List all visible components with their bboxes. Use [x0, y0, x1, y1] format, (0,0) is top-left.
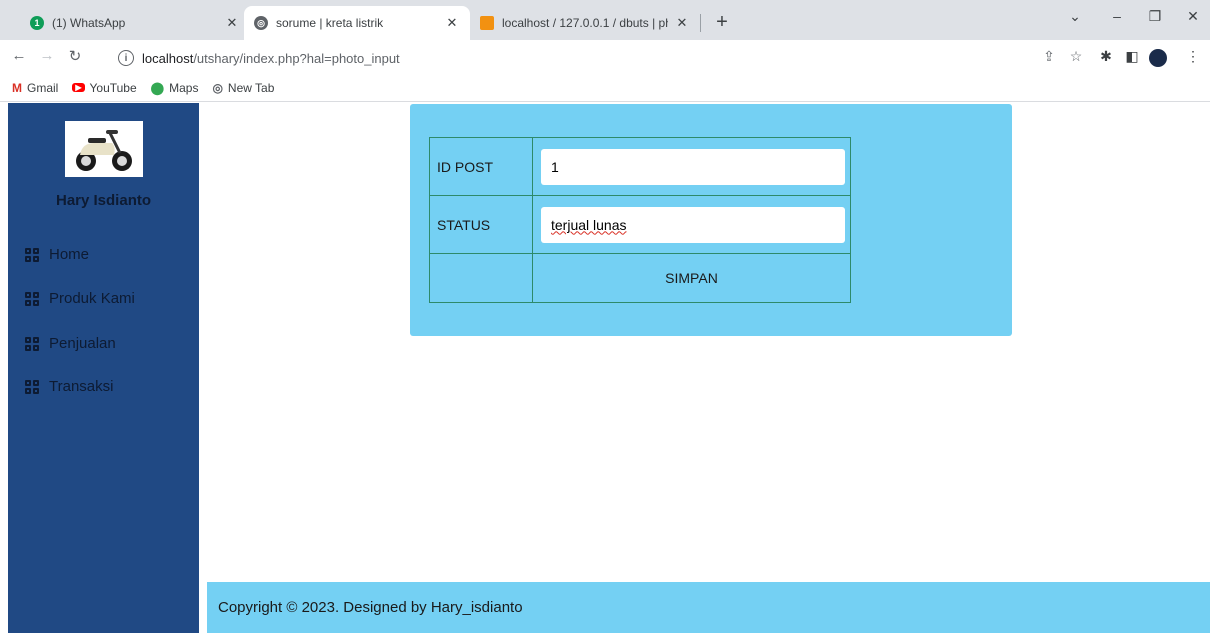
grid-icon	[25, 291, 39, 306]
maps-pin-icon: ⬤	[150, 80, 165, 95]
globe-icon: ◎	[212, 80, 223, 95]
bookmark-label: Maps	[169, 80, 199, 95]
profile-avatar[interactable]	[1149, 49, 1167, 67]
status-value: terjual lunas	[551, 216, 627, 233]
id-post-input[interactable]: 1	[541, 148, 845, 185]
tab-sorume[interactable]: ◎ sorume | kreta listrik ✕	[244, 6, 470, 40]
back-arrow-icon[interactable]: ←	[9, 47, 29, 64]
address-bar[interactable]: i localhost /utshary/index.php?hal=photo…	[108, 44, 1108, 72]
youtube-icon: ▶	[72, 83, 85, 92]
sidebar-item-produk-kami[interactable]: Produk Kami	[25, 290, 135, 307]
whatsapp-icon: 1	[30, 16, 44, 30]
bookmark-youtube[interactable]: ▶ YouTube	[72, 80, 137, 95]
tab-title: sorume | kreta listrik	[276, 16, 384, 30]
table-row: STATUS terjual lunas	[429, 195, 851, 254]
form-table: ID POST 1 STATUS terjual lunas SIMPAN	[429, 137, 851, 303]
grid-icon	[25, 379, 39, 394]
kebab-menu-icon[interactable]: ⋮	[1183, 48, 1203, 65]
url-path: /utshary/index.php?hal=photo_input	[193, 50, 400, 66]
photo-input-form: ID POST 1 STATUS terjual lunas SIMPAN	[410, 104, 1012, 336]
sidebar-item-transaksi[interactable]: Transaksi	[25, 378, 113, 395]
tab-phpmyadmin[interactable]: localhost / 127.0.0.1 / dbuts | php ✕	[470, 6, 700, 40]
id-post-label: ID POST	[429, 137, 533, 196]
copyright-text: Copyright © 2023. Designed by Hary_isdia…	[218, 599, 523, 616]
url-host: localhost	[142, 50, 194, 66]
scooter-image	[76, 130, 132, 171]
grid-icon	[25, 247, 39, 262]
browser-tab-bar: 1 (1) WhatsApp ✕ ◎ sorume | kreta listri…	[0, 0, 1210, 40]
sidebar-item-label: Produk Kami	[49, 290, 135, 307]
simpan-button[interactable]: SIMPAN	[532, 253, 851, 303]
tab-title: (1) WhatsApp	[52, 16, 126, 30]
bookmark-maps[interactable]: ⬤ Maps	[151, 81, 199, 95]
bookmark-label: Gmail	[27, 80, 59, 95]
chevron-down-icon[interactable]: ⌄	[1065, 8, 1085, 25]
bookmark-new-tab[interactable]: ◎ New Tab	[212, 81, 274, 95]
sidebar: Hary Isdianto Home Produk Kami Penjualan…	[8, 103, 199, 633]
window-close-icon[interactable]: ✕	[1183, 8, 1203, 25]
tab-whatsapp[interactable]: 1 (1) WhatsApp ✕	[20, 6, 250, 40]
user-name: Hary Isdianto	[55, 192, 152, 209]
close-icon[interactable]: ✕	[224, 15, 240, 31]
gmail-icon: M	[12, 80, 22, 95]
grid-icon	[25, 336, 39, 351]
info-icon[interactable]: i	[118, 50, 134, 66]
forward-arrow-icon[interactable]: →	[37, 47, 57, 64]
close-icon[interactable]: ✕	[674, 15, 690, 31]
phpmyadmin-icon	[480, 16, 494, 30]
table-row: SIMPAN	[429, 253, 851, 303]
sidebar-item-label: Transaksi	[49, 378, 114, 395]
status-label: STATUS	[429, 195, 533, 254]
bookmark-label: YouTube	[89, 80, 137, 95]
footer: Copyright © 2023. Designed by Hary_isdia…	[207, 582, 1210, 633]
globe-icon: ◎	[254, 16, 268, 30]
scooter-logo	[65, 121, 143, 177]
page-content: Hary Isdianto Home Produk Kami Penjualan…	[0, 103, 1210, 633]
bookmark-gmail[interactable]: M Gmail	[12, 81, 58, 95]
table-row: ID POST 1	[429, 137, 851, 196]
restore-icon[interactable]: ❐	[1145, 8, 1165, 25]
side-panel-icon[interactable]: ◧	[1122, 48, 1142, 65]
share-icon[interactable]: ⇪	[1039, 48, 1059, 65]
sidebar-item-label: Home	[49, 246, 90, 263]
new-tab-plus-icon[interactable]: +	[708, 9, 736, 37]
close-icon[interactable]: ✕	[444, 15, 460, 31]
reload-icon[interactable]: ↻	[65, 47, 85, 65]
browser-toolbar: ← → ↻ i localhost /utshary/index.php?hal…	[0, 40, 1210, 74]
extensions-puzzle-icon[interactable]: ✱	[1096, 48, 1116, 65]
star-icon[interactable]: ☆	[1066, 48, 1086, 65]
empty-cell	[429, 253, 533, 303]
bookmark-label: New Tab	[227, 80, 275, 95]
bookmarks-bar: M Gmail ▶ YouTube ⬤ Maps ◎ New Tab	[0, 74, 1210, 102]
sidebar-item-home[interactable]: Home	[25, 246, 89, 263]
tab-title: localhost / 127.0.0.1 / dbuts | php	[502, 16, 668, 30]
status-cell: terjual lunas	[532, 195, 851, 254]
status-input[interactable]: terjual lunas	[541, 206, 845, 243]
sidebar-item-penjualan[interactable]: Penjualan	[25, 335, 116, 352]
id-post-cell: 1	[532, 137, 851, 196]
tab-separator	[700, 14, 701, 32]
sidebar-item-label: Penjualan	[49, 335, 116, 352]
minimize-icon[interactable]: –	[1107, 8, 1127, 24]
